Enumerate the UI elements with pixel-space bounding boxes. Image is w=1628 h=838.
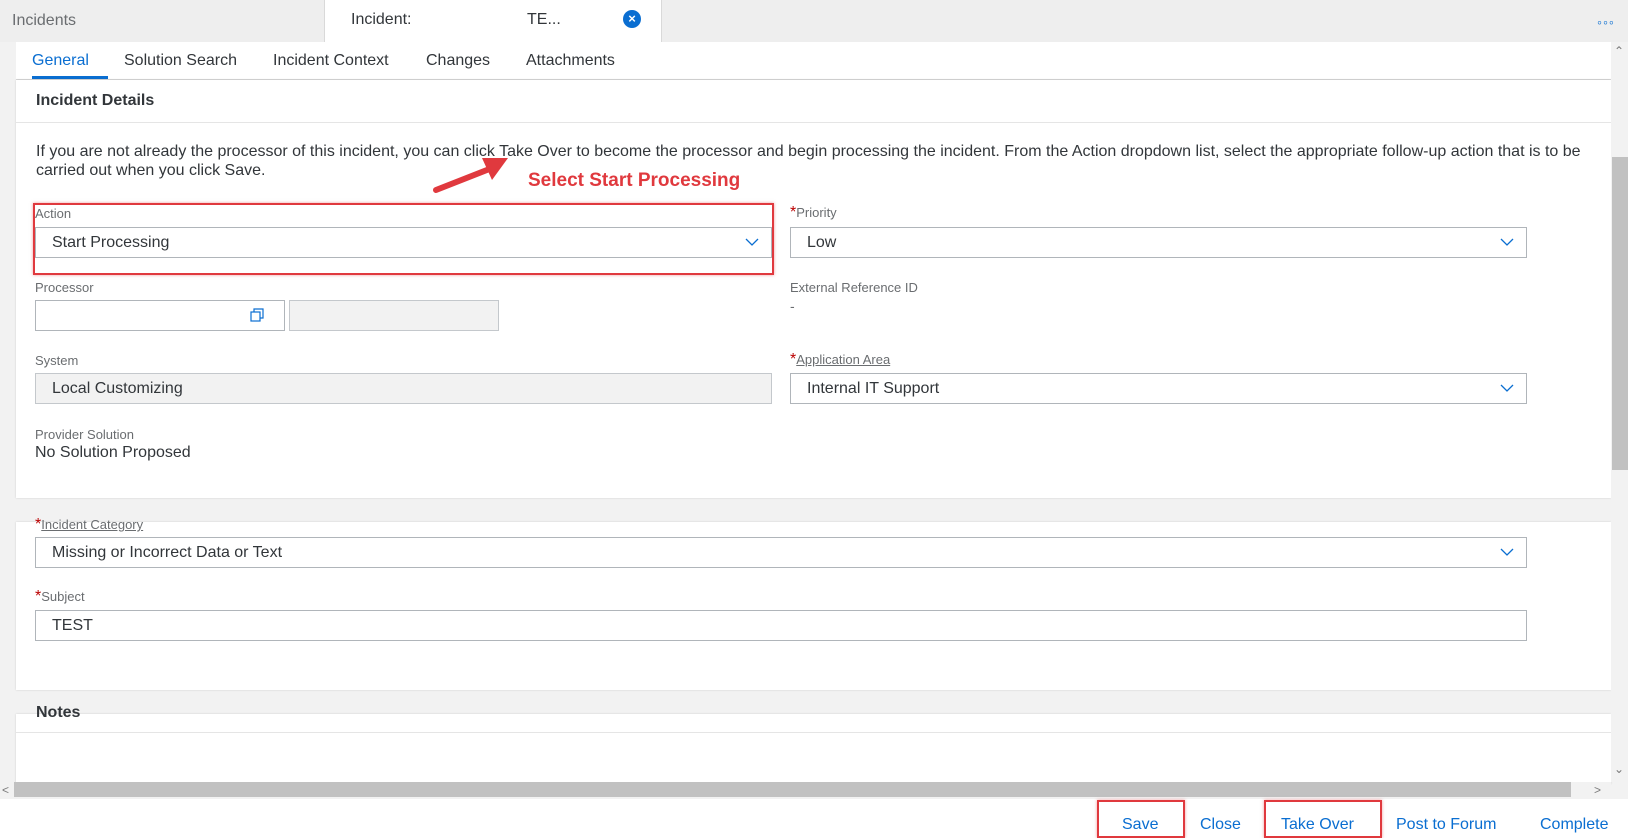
provider-solution-label: Provider Solution [35, 427, 134, 442]
tab-incident-context[interactable]: Incident Context [273, 52, 389, 70]
chevron-down-icon[interactable] [1500, 235, 1514, 249]
tab-incidents-label: Incidents [12, 12, 77, 29]
incident-category-label: *Incident Category [35, 516, 144, 533]
subject-input[interactable]: TEST [35, 610, 1527, 641]
section-divider [16, 732, 1611, 733]
classification-card: *Incident Category Missing or Incorrect … [16, 516, 1611, 690]
tab-incident-te[interactable]: Incident: TE... × [324, 0, 662, 43]
take-over-highlight-box [1264, 800, 1382, 838]
post-to-forum-button[interactable]: Post to Forum [1396, 816, 1496, 834]
processor-label: Processor [35, 280, 94, 295]
provider-solution-value: No Solution Proposed [35, 444, 191, 461]
application-area-select[interactable]: Internal IT Support [790, 373, 1527, 404]
footer-toolbar [0, 799, 1628, 838]
scroll-left-icon[interactable]: < [2, 783, 9, 797]
tab-incidents[interactable]: Incidents [12, 0, 76, 42]
tab-changes[interactable]: Changes [426, 52, 490, 70]
subject-value: TEST [52, 617, 93, 634]
active-tab-indicator [32, 76, 108, 79]
top-tab-bar: Incidents Incident: TE... × ◦◦◦ [0, 0, 1628, 43]
vertical-scrollbar-thumb[interactable] [1612, 157, 1628, 470]
incident-details-title: Incident Details [36, 92, 155, 109]
system-field: Local Customizing [35, 373, 772, 404]
tab-incident-id: TE... [527, 11, 561, 28]
subject-label: *Subject [35, 588, 85, 605]
system-value: Local Customizing [52, 380, 183, 397]
close-button[interactable]: Close [1200, 816, 1241, 834]
notes-title: Notes [36, 704, 81, 721]
tab-incident-label: Incident: [351, 11, 412, 28]
info-text: If you are not already the processor of … [36, 143, 1581, 179]
section-tab-bar: General Solution Search Incident Context… [16, 42, 1611, 80]
scroll-down-icon[interactable]: ⌄ [1614, 762, 1624, 776]
processor-input[interactable] [35, 300, 285, 331]
close-icon[interactable]: × [623, 10, 641, 28]
scroll-right-icon[interactable]: > [1594, 783, 1601, 797]
tab-general[interactable]: General [32, 52, 89, 70]
chevron-down-icon[interactable] [1500, 545, 1514, 559]
complete-button[interactable]: Complete [1540, 816, 1608, 834]
overflow-menu-icon[interactable]: ◦◦◦ [1597, 14, 1615, 30]
external-reference-value: - [790, 298, 795, 314]
value-help-icon[interactable] [250, 308, 264, 322]
application-area-value: Internal IT Support [807, 380, 940, 397]
save-highlight-box [1097, 800, 1185, 838]
processor-name-field [289, 300, 499, 331]
incident-category-select[interactable]: Missing or Incorrect Data or Text [35, 537, 1527, 568]
notes-card: Notes [16, 704, 1611, 784]
section-divider [16, 122, 1611, 123]
external-reference-label: External Reference ID [790, 280, 918, 295]
annotation-text: Select Start Processing [528, 170, 741, 191]
tab-solution-search[interactable]: Solution Search [124, 52, 237, 70]
incident-category-value: Missing or Incorrect Data or Text [52, 544, 283, 561]
application-area-label: *Application Area [790, 351, 891, 368]
incident-details-card: Incident Details If you are not already … [16, 80, 1611, 498]
tab-attachments[interactable]: Attachments [526, 52, 615, 70]
annotation-arrow-icon [433, 158, 508, 193]
priority-label: *Priority [790, 204, 837, 221]
priority-value: Low [807, 234, 837, 251]
action-highlight-box [33, 203, 774, 275]
priority-select[interactable]: Low [790, 227, 1527, 258]
system-label: System [35, 353, 79, 368]
horizontal-scrollbar-thumb[interactable] [14, 782, 1571, 797]
chevron-down-icon[interactable] [1500, 381, 1514, 395]
scroll-up-icon[interactable]: ⌃ [1614, 44, 1624, 58]
